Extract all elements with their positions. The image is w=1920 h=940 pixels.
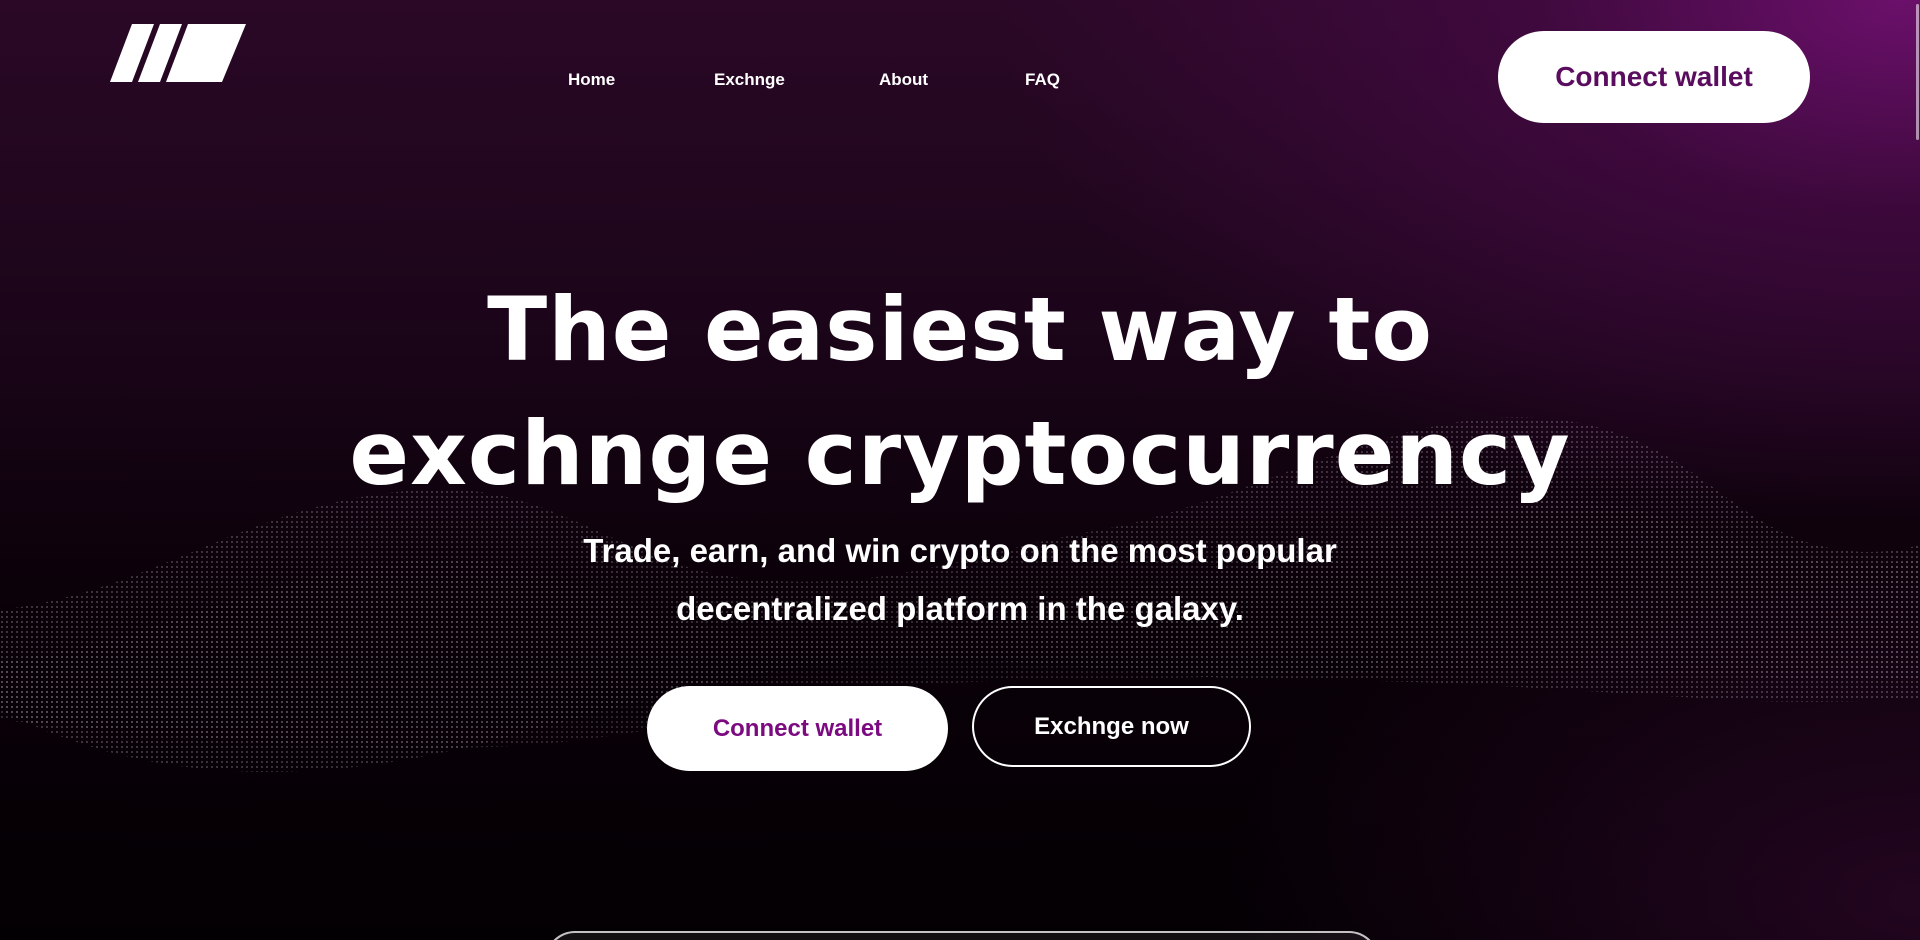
nav-link-about[interactable]: About <box>879 70 928 90</box>
nav-link-exchange[interactable]: Exchnge <box>714 70 785 90</box>
page-scrollbar[interactable] <box>1914 0 1920 940</box>
hero-actions: Connect wallet Exchnge now <box>0 686 1920 772</box>
scrollbar-thumb[interactable] <box>1916 4 1919 140</box>
hero-subtitle: Trade, earn, and win crypto on the most … <box>520 522 1400 638</box>
nav-link-home[interactable]: Home <box>568 70 615 90</box>
exchange-now-button[interactable]: Exchnge now <box>972 686 1251 767</box>
hero-title: The easiest way to exchnge cryptocurrenc… <box>0 268 1920 516</box>
brand-logo-icon[interactable] <box>110 24 246 82</box>
connect-wallet-button-header[interactable]: Connect wallet <box>1498 31 1810 123</box>
landing-page: Home Exchnge About FAQ Connect wallet Th… <box>0 0 1920 940</box>
hero-title-line-2: exchnge cryptocurrency <box>349 402 1571 505</box>
hero-subtitle-line-1: Trade, earn, and win crypto on the most … <box>583 532 1337 569</box>
hero-subtitle-line-2: decentralized platform in the galaxy. <box>676 590 1244 627</box>
connect-wallet-button-hero[interactable]: Connect wallet <box>647 686 948 771</box>
hero-section: The easiest way to exchnge cryptocurrenc… <box>0 268 1920 638</box>
nav-link-faq[interactable]: FAQ <box>1025 70 1060 90</box>
top-navigation: Home Exchnge About FAQ Connect wallet <box>0 0 1920 140</box>
hero-title-line-1: The easiest way to <box>487 278 1433 381</box>
exchange-card-preview <box>545 931 1379 940</box>
